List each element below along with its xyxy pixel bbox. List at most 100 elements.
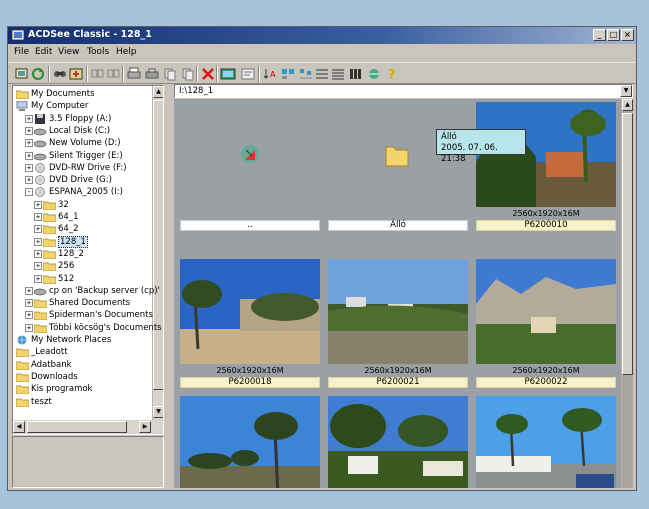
- small-icons-icon[interactable]: [298, 66, 314, 81]
- address-bar[interactable]: I:\128_1 ▼: [174, 84, 633, 98]
- address-dropdown-button[interactable]: ▼: [620, 85, 632, 97]
- tree-item[interactable]: My Network Places: [16, 334, 111, 346]
- expand-toggle[interactable]: +: [25, 311, 33, 320]
- print-icon[interactable]: [126, 66, 142, 81]
- tree-item[interactable]: My Computer: [16, 100, 88, 112]
- menu-file[interactable]: File: [14, 47, 29, 57]
- expand-toggle[interactable]: +: [25, 176, 33, 185]
- thumbnail-image[interactable]: [180, 102, 320, 207]
- thumbnail-image[interactable]: [180, 396, 320, 488]
- file-list-scrollbar[interactable]: ▲: [621, 99, 633, 488]
- thumbnail-image[interactable]: [476, 259, 616, 364]
- tree-item[interactable]: +32: [34, 199, 69, 211]
- expand-toggle[interactable]: +: [34, 249, 42, 258]
- thumbnail-item[interactable]: 2560x1920x16M P6200010: [476, 102, 616, 232]
- thumbnail-item[interactable]: 2560x1920x16M P6200022: [476, 259, 616, 389]
- tree-horizontal-scrollbar[interactable]: ◀ ▶: [13, 420, 163, 434]
- expand-toggle[interactable]: +: [25, 151, 33, 160]
- tree-vertical-scrollbar[interactable]: ▲ ▼: [152, 86, 163, 420]
- menu-view[interactable]: View: [58, 47, 79, 57]
- list-scroll-up-button[interactable]: ▲: [622, 99, 633, 111]
- close-button[interactable]: ×: [621, 29, 634, 41]
- copy-to-icon[interactable]: [162, 66, 178, 81]
- expand-toggle[interactable]: +: [34, 213, 42, 221]
- menu-edit[interactable]: Edit: [35, 47, 52, 57]
- tree-item[interactable]: teszt: [16, 396, 52, 408]
- thumbnail-item[interactable]: 2560x1920x16M P6200021: [328, 259, 468, 389]
- find-icon[interactable]: [52, 66, 68, 81]
- tree-item[interactable]: - ESPANA_2005 (I:): [25, 186, 123, 198]
- large-icons-icon[interactable]: [280, 66, 296, 81]
- expand-toggle[interactable]: +: [34, 200, 42, 209]
- minimize-button[interactable]: _: [593, 29, 606, 41]
- tree-item[interactable]: +64_2: [34, 223, 78, 235]
- tree-item[interactable]: + Local Disk (C:): [25, 125, 110, 137]
- thumbnail-item[interactable]: 2560x1920x16M: [180, 396, 320, 488]
- tree-item[interactable]: +256: [34, 260, 74, 272]
- tree-item[interactable]: +512: [34, 273, 74, 285]
- address-input[interactable]: I:\128_1: [179, 86, 213, 96]
- properties-icon[interactable]: [240, 66, 256, 81]
- browse-icon[interactable]: [14, 66, 30, 81]
- thumbnail-item[interactable]: ..: [180, 102, 320, 232]
- menu-tools[interactable]: Tools: [87, 47, 109, 57]
- expand-toggle[interactable]: +: [25, 114, 33, 123]
- thumbnail-item[interactable]: 2560x1920x16M P6200018: [180, 259, 320, 389]
- scroll-down-button[interactable]: ▼: [153, 406, 163, 418]
- tree-item[interactable]: + New Volume (D:): [25, 137, 121, 149]
- expand-toggle[interactable]: +: [25, 286, 33, 295]
- refresh-icon[interactable]: [30, 66, 46, 81]
- expand-toggle[interactable]: +: [25, 299, 33, 308]
- list-scroll-thumb[interactable]: [622, 113, 633, 375]
- tree-item[interactable]: My Documents: [16, 88, 95, 100]
- tree-item[interactable]: +128_2: [34, 248, 84, 260]
- thumbnails-icon[interactable]: [348, 66, 364, 81]
- tree-item[interactable]: _Leadott: [16, 346, 68, 358]
- explore-icon[interactable]: [68, 66, 84, 81]
- tree-item[interactable]: + DVD-RW Drive (F:): [25, 162, 127, 174]
- tree-item[interactable]: + DVD Drive (G:): [25, 174, 112, 186]
- tree-item[interactable]: +3.5 Floppy (A:): [25, 113, 111, 125]
- thumbnail-item[interactable]: Álló: [328, 102, 468, 232]
- tree-item[interactable]: + Silent Trigger (E:): [25, 150, 123, 162]
- tree-item[interactable]: + cp on 'Backup server (cp)' (: [25, 285, 163, 297]
- expand-toggle[interactable]: +: [34, 262, 42, 271]
- menu-help[interactable]: Help: [116, 47, 137, 57]
- web-icon[interactable]: [366, 66, 382, 81]
- tree-item[interactable]: Downloads: [16, 371, 78, 383]
- move-to-icon[interactable]: [180, 66, 196, 81]
- tree-item[interactable]: + Shared Documents: [25, 297, 130, 309]
- thumbnail-image[interactable]: [328, 259, 468, 364]
- expand-toggle[interactable]: +: [34, 225, 42, 234]
- expand-toggle[interactable]: +: [25, 126, 33, 135]
- copy-icon[interactable]: [90, 66, 106, 81]
- expand-toggle[interactable]: +: [34, 237, 42, 246]
- thumbnail-item[interactable]: 2560x1920x16M: [328, 396, 468, 488]
- slideshow-icon[interactable]: [220, 66, 236, 81]
- list-icon[interactable]: [314, 66, 330, 81]
- thumbnail-item[interactable]: 2560x1920x16M: [476, 396, 616, 488]
- thumbnail-image[interactable]: [180, 259, 320, 364]
- sort-icon[interactable]: A: [262, 66, 278, 81]
- tree-item[interactable]: Adatbank: [16, 359, 72, 371]
- tree-item[interactable]: + Spiderman's Documents: [25, 309, 153, 321]
- tree-item[interactable]: +128_1: [34, 235, 88, 248]
- scroll-left-button[interactable]: ◀: [13, 421, 25, 433]
- tree-item[interactable]: + Többi köcsög's Documents: [25, 322, 162, 334]
- scroll-up-button[interactable]: ▲: [153, 86, 163, 98]
- scroll-thumb[interactable]: [153, 100, 163, 390]
- h-scroll-thumb[interactable]: [27, 421, 127, 433]
- help-icon[interactable]: ?: [384, 66, 400, 82]
- thumbnail-image[interactable]: [328, 396, 468, 488]
- tree-item[interactable]: Kis programok: [16, 383, 92, 395]
- scan-icon[interactable]: [144, 66, 160, 81]
- expand-toggle[interactable]: +: [25, 323, 33, 332]
- delete-icon[interactable]: [200, 66, 216, 81]
- expand-toggle[interactable]: +: [25, 163, 33, 172]
- expand-toggle[interactable]: -: [25, 188, 33, 197]
- thumbnail-image[interactable]: [476, 396, 616, 488]
- tree-item[interactable]: +64_1: [34, 211, 78, 223]
- file-list[interactable]: ▲ .. Álló 2560x1920x16M P6200010 2560x1920x1…: [174, 99, 633, 488]
- folder-tree[interactable]: ▲ ▼ ◀ ▶ My Documents My Computer +3.5 Flop…: [12, 85, 164, 435]
- maximize-button[interactable]: □: [607, 29, 620, 41]
